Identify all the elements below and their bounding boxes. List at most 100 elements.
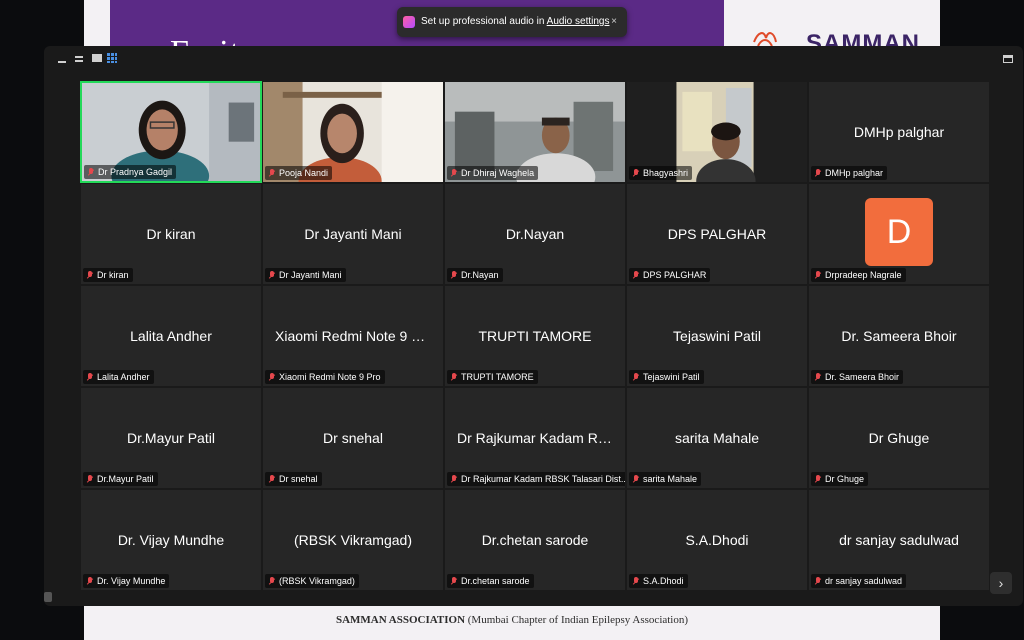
participant-tile[interactable]: Dr kiran Dr kiran <box>80 183 262 285</box>
participant-name-label: (RBSK Vikramgad) <box>265 574 359 588</box>
participant-tile[interactable]: DMHp palghar DMHp palghar <box>808 81 990 183</box>
mic-muted-icon <box>451 271 457 280</box>
avatar: D <box>865 198 933 266</box>
participant-tile[interactable]: Dr Pradnya Gadgil <box>80 81 262 183</box>
participant-name: Dr Pradnya Gadgil <box>98 167 173 177</box>
participant-name: sarita Mahale <box>643 474 698 484</box>
participant-tile[interactable]: Xiaomi Redmi Note 9 Pro Xiaomi Redmi Note… <box>262 285 444 387</box>
participant-name: TRUPTI TAMORE <box>461 372 534 382</box>
participant-tile[interactable]: Bhagyashri <box>626 81 808 183</box>
participant-tile[interactable]: Pooja Nandi <box>262 81 444 183</box>
participant-tile[interactable]: Dr snehal Dr snehal <box>262 387 444 489</box>
participant-name: Dr. Vijay Mundhe <box>97 576 166 586</box>
participant-display-name: dr sanjay sadulwad <box>839 532 959 548</box>
participant-tile[interactable]: Dr Ghuge Dr Ghuge <box>808 387 990 489</box>
participant-tile[interactable]: Dr. Sameera Bhoir Dr. Sameera Bhoir <box>808 285 990 387</box>
participant-name-label: Dr.Mayur Patil <box>83 472 158 486</box>
participant-tile[interactable]: Dr Jayanti Mani Dr Jayanti Mani <box>262 183 444 285</box>
participant-name-label: TRUPTI TAMORE <box>447 370 538 384</box>
speaker-view-icon[interactable] <box>72 52 86 66</box>
participant-tile[interactable]: DPS PALGHAR DPS PALGHAR <box>626 183 808 285</box>
mic-muted-icon <box>633 373 639 382</box>
mic-muted-icon <box>269 373 275 382</box>
participant-display-name: (RBSK Vikramgad) <box>293 532 412 548</box>
mic-muted-icon <box>87 577 93 586</box>
participant-name-label: Dr Dhiraj Waghela <box>447 166 539 180</box>
participant-tile[interactable]: Dr.Mayur Patil Dr.Mayur Patil <box>80 387 262 489</box>
participant-name-label: sarita Mahale <box>629 472 702 486</box>
mic-muted-icon <box>451 577 457 586</box>
mic-muted-icon <box>815 169 821 178</box>
participant-name-label: Drpradeep Nagrale <box>811 268 906 282</box>
participant-display-name: TRUPTI TAMORE <box>478 328 592 344</box>
participant-tile[interactable]: Lalita Andher Lalita Andher <box>80 285 262 387</box>
participant-display-name: Dr kiran <box>146 226 196 242</box>
participant-display-name: Dr.Nayan <box>505 226 565 242</box>
participant-name-label: Dr Pradnya Gadgil <box>84 165 177 179</box>
participant-tile[interactable]: Tejaswini Patil Tejaswini Patil <box>626 285 808 387</box>
participant-display-name: S.A.Dhodi <box>685 532 749 548</box>
participant-tile[interactable]: Dr.Nayan Dr.Nayan <box>444 183 626 285</box>
participant-display-name: Dr.chetan sarode <box>481 532 589 548</box>
participant-tile[interactable]: Dr. Vijay Mundhe Dr. Vijay Mundhe <box>80 489 262 591</box>
music-note-icon <box>403 16 415 28</box>
participant-display-name: Lalita Andher <box>130 328 212 344</box>
mic-muted-icon <box>633 475 639 484</box>
participant-tile[interactable]: sarita Mahale sarita Mahale <box>626 387 808 489</box>
mic-muted-icon <box>269 475 275 484</box>
mic-muted-icon <box>451 373 457 382</box>
side-by-side-icon[interactable] <box>90 52 104 66</box>
participant-tile[interactable]: D Drpradeep Nagrale <box>808 183 990 285</box>
participant-name: (RBSK Vikramgad) <box>279 576 355 586</box>
participant-display-name: DMHp palghar <box>853 124 945 140</box>
participant-name: Bhagyashri <box>643 168 689 178</box>
participant-name-label: Tejaswini Patil <box>629 370 704 384</box>
participant-tile[interactable]: TRUPTI TAMORE TRUPTI TAMORE <box>444 285 626 387</box>
participant-name: Xiaomi Redmi Note 9 Pro <box>279 372 381 382</box>
next-page-button[interactable]: › <box>990 572 1012 594</box>
minimize-icon[interactable] <box>56 52 70 66</box>
participant-name-label: Dr. Vijay Mundhe <box>83 574 170 588</box>
mic-muted-icon <box>87 271 93 280</box>
participant-tile[interactable]: (RBSK Vikramgad) (RBSK Vikramgad) <box>262 489 444 591</box>
mic-muted-icon <box>87 373 93 382</box>
participant-tile[interactable]: S.A.Dhodi S.A.Dhodi <box>626 489 808 591</box>
participant-name-label: Dr Ghuge <box>811 472 869 486</box>
mic-muted-icon <box>633 577 639 586</box>
participant-tile[interactable]: Dr Rajkumar Kadam RBS... Dr Rajkumar Kada… <box>444 387 626 489</box>
participant-tile[interactable]: Dr Dhiraj Waghela <box>444 81 626 183</box>
participant-name-label: Dr snehal <box>265 472 322 486</box>
meeting-toolbar <box>44 46 1023 76</box>
participant-name-label: Dr Jayanti Mani <box>265 268 346 282</box>
mic-muted-icon <box>815 577 821 586</box>
participant-name-label: Xiaomi Redmi Note 9 Pro <box>265 370 385 384</box>
participant-display-name: Tejaswini Patil <box>673 328 761 344</box>
mic-muted-icon <box>633 271 639 280</box>
participant-name: Dr Dhiraj Waghela <box>461 168 535 178</box>
mic-muted-icon <box>815 373 821 382</box>
participant-name: DPS PALGHAR <box>643 270 707 280</box>
participant-tile[interactable]: dr sanjay sadulwad dr sanjay sadulwad <box>808 489 990 591</box>
samman-logo-icon <box>753 32 777 47</box>
participant-name-label: Bhagyashri <box>629 166 693 180</box>
participant-tile[interactable]: Dr.chetan sarode Dr.chetan sarode <box>444 489 626 591</box>
resize-handle[interactable] <box>44 592 52 602</box>
mic-muted-icon <box>815 475 821 484</box>
exit-fullscreen-icon[interactable] <box>1001 52 1015 66</box>
mic-muted-icon <box>269 271 275 280</box>
participant-name: S.A.Dhodi <box>643 576 684 586</box>
participant-name: Tejaswini Patil <box>643 372 700 382</box>
participant-name-label: Dr. Sameera Bhoir <box>811 370 904 384</box>
mic-muted-icon <box>451 169 457 178</box>
audio-settings-link[interactable]: Audio settings <box>547 16 610 27</box>
close-icon[interactable]: × <box>611 7 617 37</box>
participant-display-name: Dr Rajkumar Kadam RBS... <box>457 430 625 446</box>
participant-name-label: Dr kiran <box>83 268 133 282</box>
slide-footer: SAMMAN ASSOCIATION (Mumbai Chapter of In… <box>84 614 940 626</box>
participant-name-label: Dr.chetan sarode <box>447 574 534 588</box>
participant-name-label: S.A.Dhodi <box>629 574 688 588</box>
participant-name-label: Lalita Andher <box>83 370 154 384</box>
mic-muted-icon <box>87 475 93 484</box>
participant-display-name: Dr.Mayur Patil <box>127 430 215 446</box>
gallery-view-icon[interactable] <box>106 52 120 66</box>
